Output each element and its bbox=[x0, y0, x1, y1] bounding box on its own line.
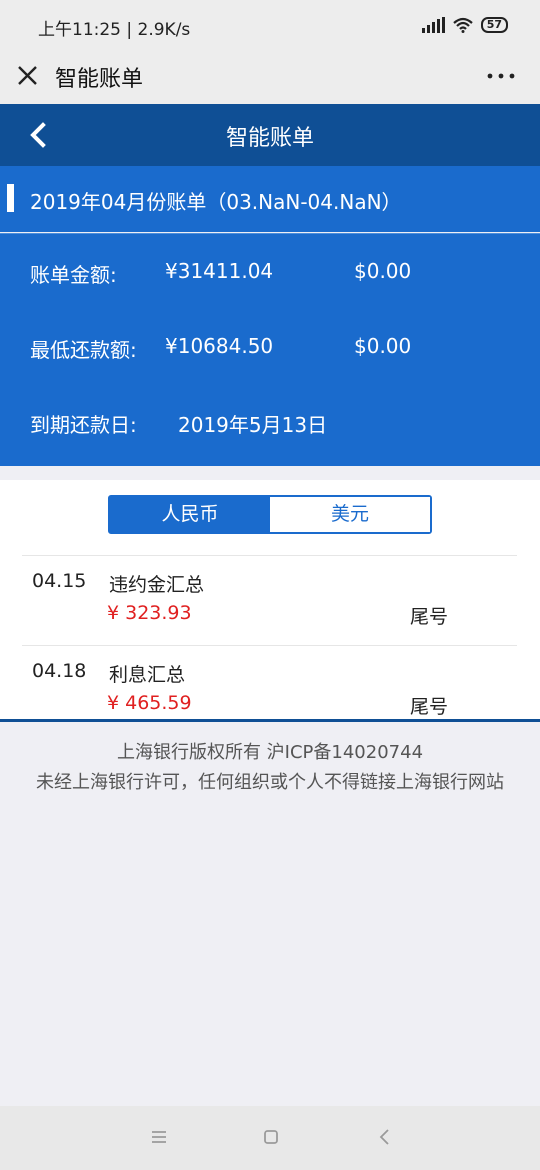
transaction-panel: 人民币 美元 04.15 违约金汇总 ¥ 323.93 尾号 04.18 利息汇… bbox=[0, 480, 540, 719]
tab-rmb[interactable]: 人民币 bbox=[110, 497, 270, 532]
signal-icon bbox=[421, 17, 445, 33]
transaction-amount: ¥ 465.59 bbox=[107, 692, 192, 714]
page-title: 智能账单 bbox=[225, 126, 314, 151]
bill-title-row: 2019年04月份账单（03.NaN-04.NaN） bbox=[0, 166, 540, 232]
list-item[interactable]: 04.15 违约金汇总 ¥ 323.93 尾号 bbox=[22, 555, 517, 645]
min-payment-rmb: ¥10684.50 bbox=[165, 334, 274, 358]
section-divider bbox=[0, 719, 540, 722]
bill-amount-label: 账单金额: bbox=[30, 263, 117, 287]
bill-amount-usd: $0.00 bbox=[354, 259, 412, 283]
footer-notice: 未经上海银行许可，任何组织或个人不得链接上海银行网站 bbox=[36, 772, 504, 793]
card-tail: 尾号 bbox=[410, 696, 449, 718]
back-nav-icon[interactable] bbox=[374, 1126, 396, 1148]
bill-title-marker bbox=[7, 184, 14, 212]
card-tail: 尾号 bbox=[410, 606, 449, 628]
home-icon[interactable] bbox=[260, 1126, 282, 1148]
status-time: 上午11:25 | 2.9K/s bbox=[38, 20, 191, 40]
system-nav-bar bbox=[0, 1106, 540, 1170]
transaction-amount: ¥ 323.93 bbox=[107, 602, 192, 624]
app-header: 智能账单 bbox=[0, 104, 540, 166]
footer-copyright: 上海银行版权所有 沪ICP备14020744 bbox=[116, 742, 424, 763]
close-icon[interactable] bbox=[14, 62, 42, 90]
transaction-date: 04.18 bbox=[32, 660, 87, 682]
wifi-icon bbox=[452, 17, 473, 33]
bill-summary: 账单金额: ¥31411.04 $0.00 最低还款额: ¥10684.50 $… bbox=[0, 233, 540, 466]
status-bar: 上午11:25 | 2.9K/s 57 bbox=[0, 0, 540, 50]
tab-usd[interactable]: 美元 bbox=[270, 497, 430, 532]
min-payment-label: 最低还款额: bbox=[30, 338, 137, 362]
battery-icon: 57 bbox=[480, 17, 508, 33]
transaction-list: 04.15 违约金汇总 ¥ 323.93 尾号 04.18 利息汇总 ¥ 465… bbox=[22, 555, 517, 719]
due-date-label: 到期还款日: bbox=[30, 413, 137, 437]
bill-amount-rmb: ¥31411.04 bbox=[165, 259, 274, 283]
list-item[interactable]: 04.18 利息汇总 ¥ 465.59 尾号 bbox=[22, 645, 517, 719]
more-icon[interactable] bbox=[486, 62, 516, 90]
currency-tabs: 人民币 美元 bbox=[108, 495, 432, 534]
menu-icon[interactable] bbox=[148, 1126, 170, 1148]
bill-title: 2019年04月份账单（03.NaN-04.NaN） bbox=[30, 190, 402, 214]
transaction-date: 04.15 bbox=[32, 570, 87, 592]
wechat-title: 智能账单 bbox=[55, 67, 144, 92]
status-icons: 57 bbox=[421, 16, 508, 34]
transaction-name: 违约金汇总 bbox=[109, 574, 205, 596]
transaction-name: 利息汇总 bbox=[109, 664, 186, 686]
footer: 上海银行版权所有 沪ICP备14020744 未经上海银行许可，任何组织或个人不… bbox=[20, 738, 520, 798]
wechat-title-bar: 智能账单 bbox=[0, 50, 540, 104]
due-date-value: 2019年5月13日 bbox=[178, 413, 328, 437]
min-payment-usd: $0.00 bbox=[354, 334, 412, 358]
